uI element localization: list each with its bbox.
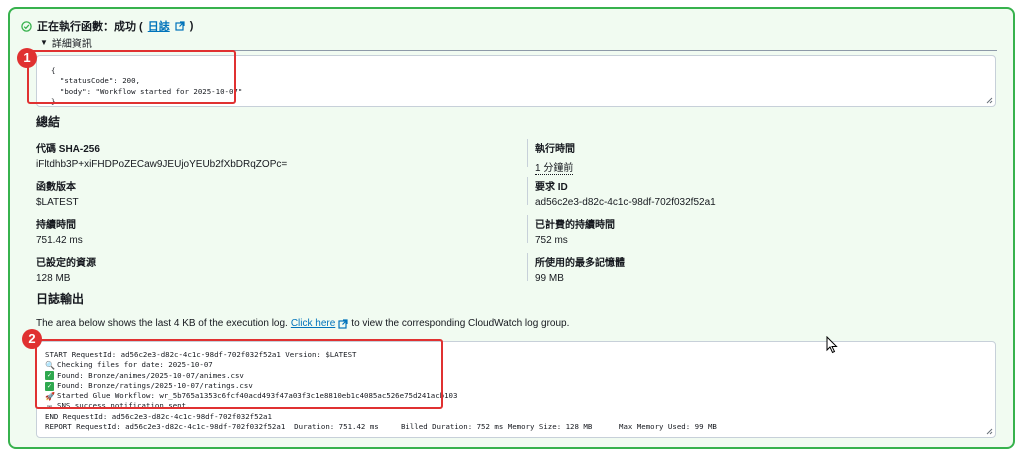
log-line: END RequestId: ad56c2e3-d82c-4c1c-98df-7… bbox=[45, 411, 272, 421]
callout-number-2: 2 bbox=[22, 329, 42, 349]
success-check-icon bbox=[21, 20, 32, 32]
column-divider bbox=[527, 253, 528, 281]
summary-field-max-memory: 所使用的最多記憶體 99 MB bbox=[535, 258, 625, 284]
summary-field-request-id: 要求 ID ad56c2e3-d82c-4c1c-98df-702f032f52a… bbox=[535, 182, 716, 208]
callout-box-2 bbox=[35, 339, 443, 409]
status-row: 正在執行函數：成功 ( 日誌 ) bbox=[21, 18, 193, 34]
resize-handle-icon[interactable] bbox=[986, 97, 993, 104]
details-toggle[interactable]: ▼ 詳細資訊 bbox=[40, 35, 92, 50]
mouse-pointer-icon bbox=[826, 336, 838, 354]
column-divider bbox=[527, 139, 528, 167]
callout-box-1 bbox=[27, 50, 236, 104]
resize-handle-icon[interactable] bbox=[986, 428, 993, 435]
status-text: 正在執行函數：成功 ( bbox=[37, 21, 143, 33]
status-close-paren: ) bbox=[189, 20, 194, 32]
column-divider bbox=[527, 177, 528, 205]
external-link-icon[interactable] bbox=[175, 21, 185, 31]
cloudwatch-link[interactable]: Click here bbox=[291, 318, 335, 329]
external-link-icon[interactable] bbox=[338, 318, 348, 329]
summary-field-code-sha: 代碼 SHA-256 iFltdhb3P+xiFHDPoZECaw9JEUjoYE… bbox=[36, 144, 288, 170]
log-description: The area below shows the last 4 KB of th… bbox=[36, 318, 570, 329]
summary-field-billed-duration: 已計費的持續時間 752 ms bbox=[535, 220, 615, 246]
callout-number-1: 1 bbox=[17, 48, 37, 68]
log-link[interactable]: 日誌 bbox=[148, 18, 170, 34]
summary-heading: 總結 bbox=[36, 115, 61, 129]
log-line: REPORT RequestId: ad56c2e3-d82c-4c1c-98d… bbox=[45, 422, 717, 432]
log-output-heading: 日誌輸出 bbox=[36, 292, 85, 306]
summary-field-function-version: 函數版本 $LATEST bbox=[36, 182, 79, 208]
column-divider bbox=[527, 215, 528, 243]
summary-field-duration: 持續時間 751.42 ms bbox=[36, 220, 83, 246]
summary-field-configured-resources: 已設定的資源 128 MB bbox=[36, 258, 96, 284]
caret-down-icon: ▼ bbox=[40, 38, 48, 47]
details-toggle-label: 詳細資訊 bbox=[51, 39, 92, 50]
summary-field-execution-time: 執行時間 1 分鐘前 bbox=[535, 144, 575, 175]
